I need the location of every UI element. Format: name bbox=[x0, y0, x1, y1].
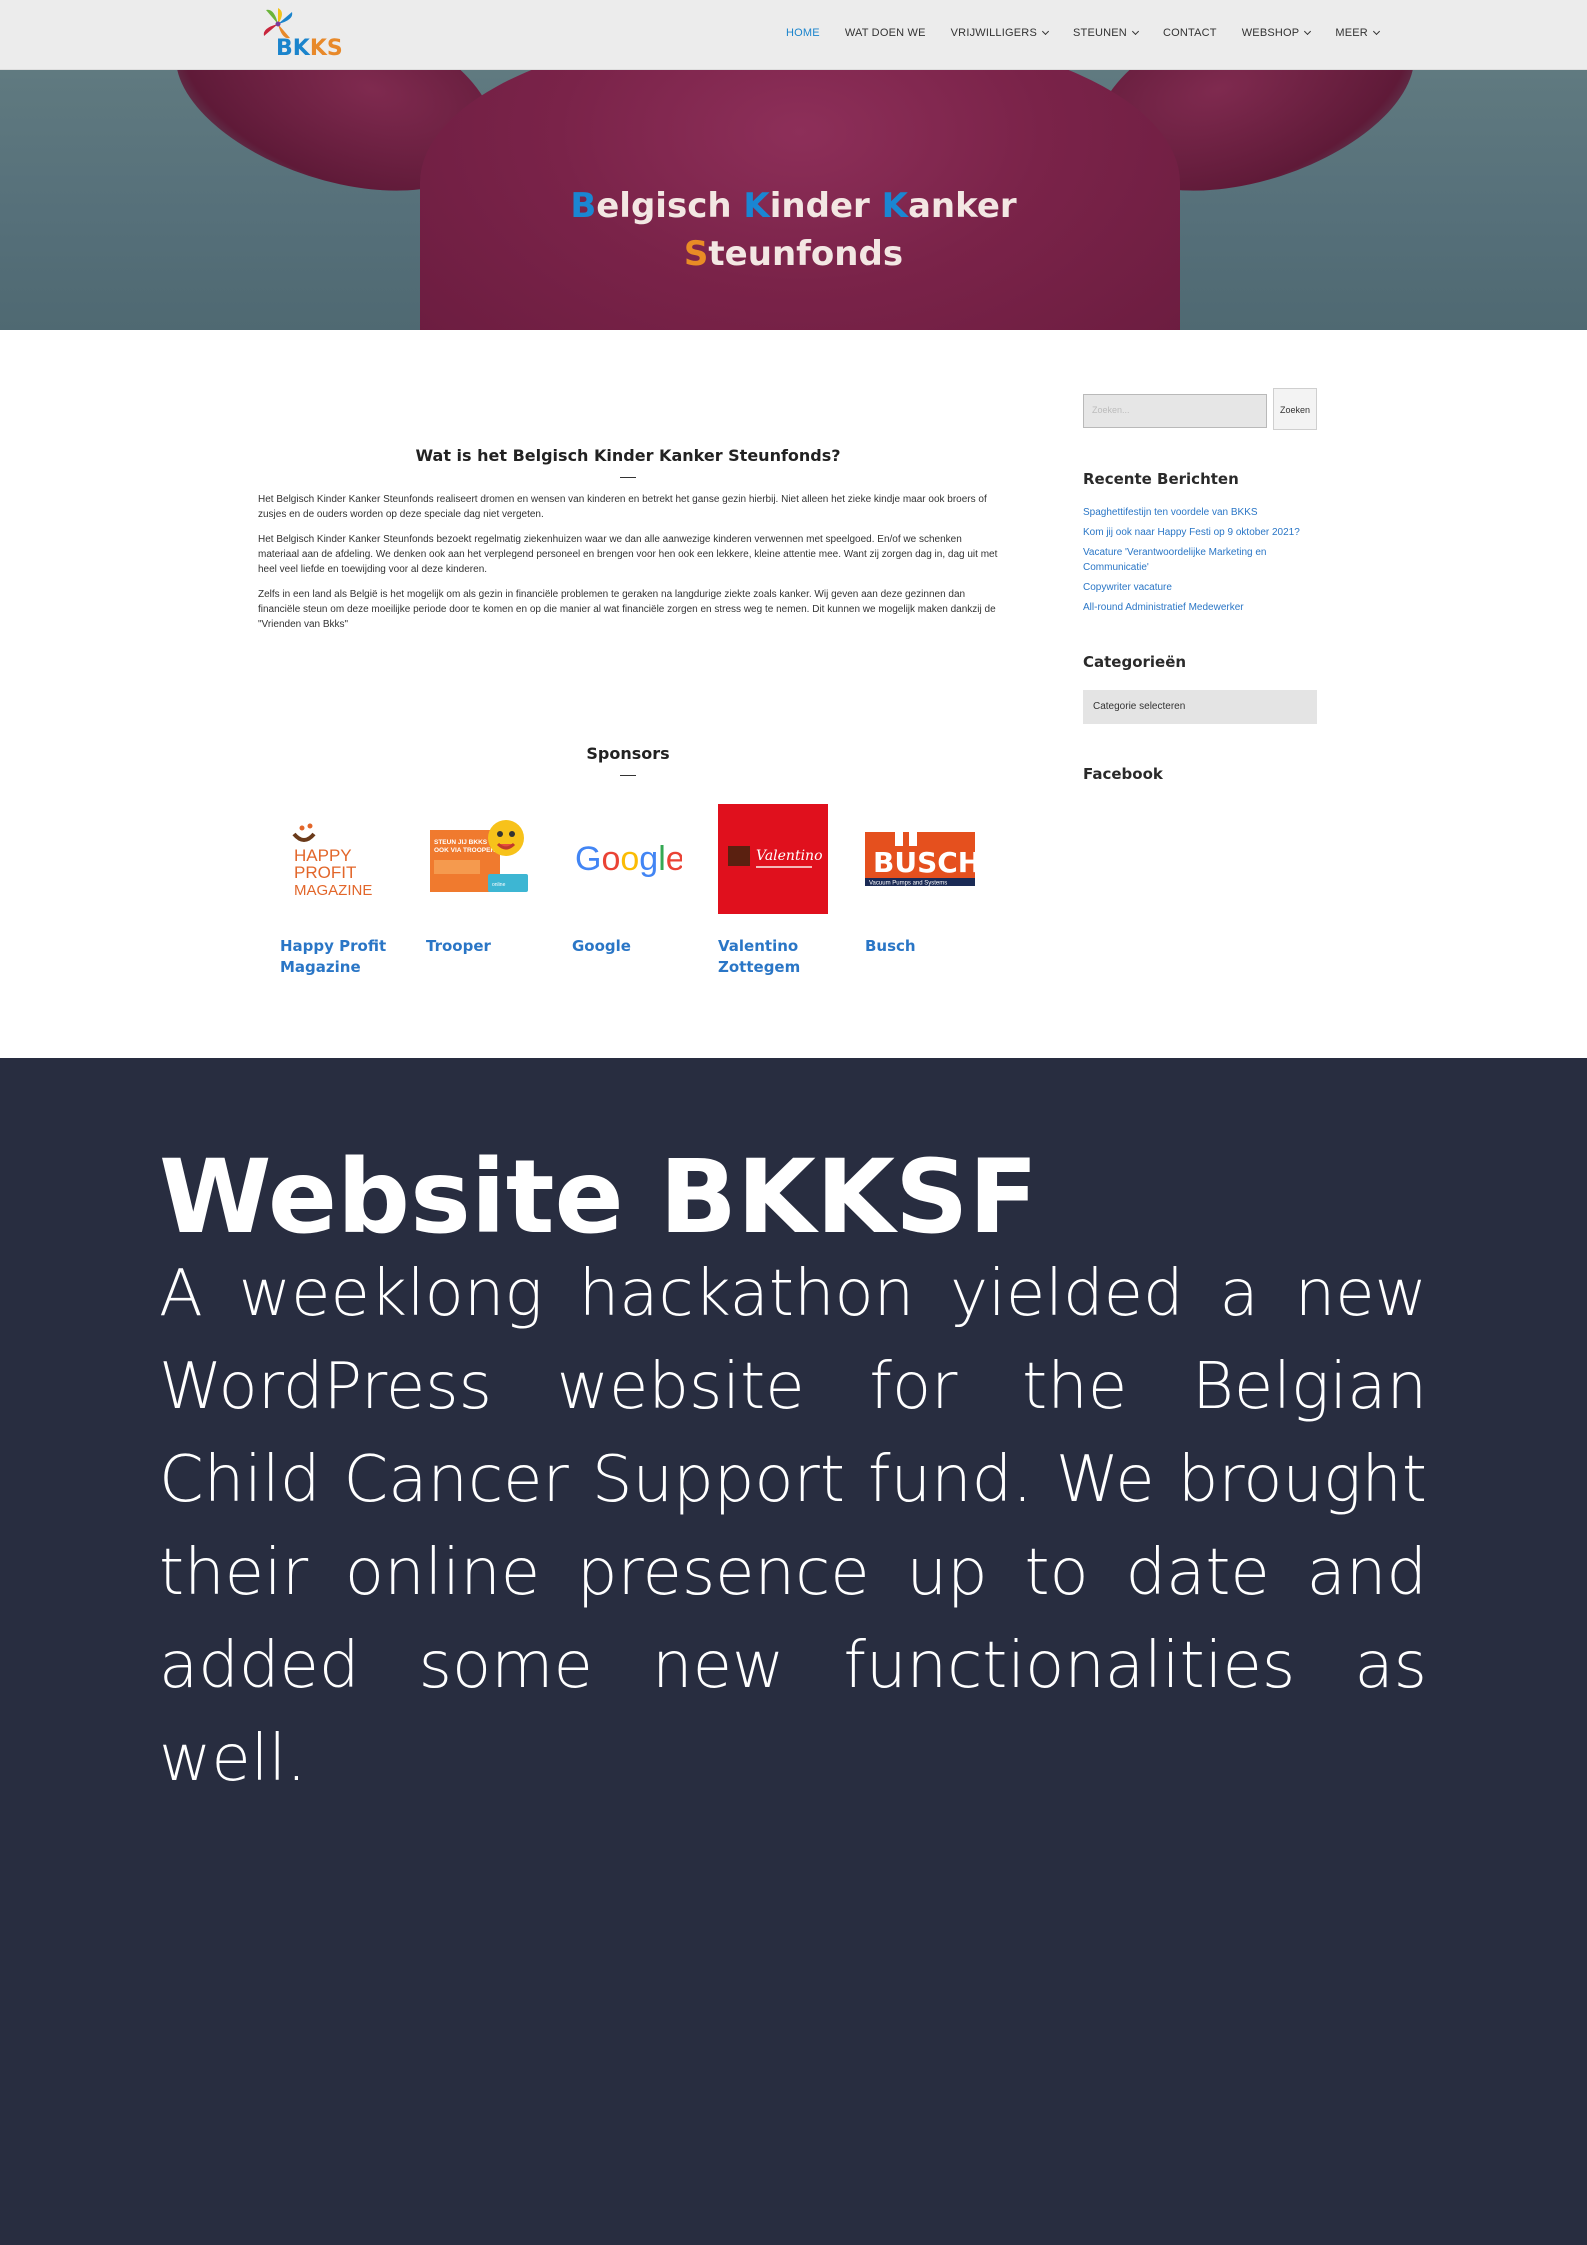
logo-wordmark: BKKS bbox=[276, 36, 343, 61]
svg-text:MAGAZINE: MAGAZINE bbox=[294, 882, 372, 899]
happy-profit-logo-icon: HAPPY PROFIT MAGAZINE bbox=[292, 823, 372, 899]
hero-title-line-1: Belgisch Kinder Kanker bbox=[570, 186, 1017, 226]
menu-item-home[interactable]: HOME bbox=[786, 27, 820, 39]
svg-text:OOK VIA TROOPER?: OOK VIA TROOPER? bbox=[434, 847, 499, 854]
chevron-down-icon bbox=[1041, 27, 1050, 36]
sponsor-logo-google[interactable]: Google bbox=[572, 804, 685, 914]
recent-posts-title: Recente Berichten bbox=[1083, 470, 1239, 488]
svg-text:Vacuum Pumps and Systems: Vacuum Pumps and Systems bbox=[869, 881, 947, 887]
menu-item-contact[interactable]: CONTACT bbox=[1163, 27, 1217, 39]
sponsor-card[interactable]: Google Google bbox=[572, 804, 692, 957]
busch-logo-icon: BUSCH Vacuum Pumps and Systems bbox=[865, 832, 981, 887]
recent-posts-list: Spaghettifestijn ten voordele van BKKS K… bbox=[1083, 505, 1318, 620]
sponsors-section: Sponsors HAPPY PROFIT MAGAZINE Happy Pro… bbox=[258, 744, 998, 976]
bkks-logo[interactable]: BKKS bbox=[260, 6, 343, 64]
sponsor-logo-trooper[interactable]: STEUN JIJ BKKS OOK VIA TROOPER? online bbox=[426, 804, 536, 914]
sponsor-logo-valentino[interactable]: Valentino bbox=[718, 804, 828, 914]
about-paragraph: Het Belgisch Kinder Kanker Steunfonds re… bbox=[258, 494, 987, 520]
svg-text:PROFIT: PROFIT bbox=[294, 863, 356, 882]
top-navigation-bar: BKKS HOME WAT DOEN WE VRIJWILLIGERS STEU… bbox=[0, 0, 1587, 70]
categories-title: Categorieën bbox=[1083, 653, 1187, 671]
svg-text:online: online bbox=[492, 882, 506, 888]
about-section: Wat is het Belgisch Kinder Kanker Steunf… bbox=[258, 446, 998, 632]
chevron-down-icon bbox=[1304, 27, 1312, 36]
facebook-title: Facebook bbox=[1083, 765, 1163, 783]
sponsor-card[interactable]: BUSCH Vacuum Pumps and Systems Busch bbox=[865, 804, 985, 957]
project-description: A weeklong hackathon yielded a new WordP… bbox=[159, 1257, 1427, 1796]
menu-item-steunen[interactable]: STEUNEN bbox=[1073, 27, 1139, 39]
project-description-panel: Website BKKSF A weeklong hackathon yield… bbox=[0, 1058, 1587, 2245]
valentino-logo-text: Valentino bbox=[756, 848, 823, 864]
sponsor-logo-busch[interactable]: BUSCH Vacuum Pumps and Systems bbox=[865, 804, 981, 914]
hero-title: Belgisch Kinder Kanker Steunfonds bbox=[0, 182, 1587, 278]
main-menu: HOME WAT DOEN WE VRIJWILLIGERS STEUNEN C… bbox=[786, 27, 1404, 39]
chevron-down-icon bbox=[1131, 27, 1139, 36]
trooper-logo-icon: STEUN JIJ BKKS OOK VIA TROOPER? online bbox=[430, 820, 528, 892]
google-logo-icon: Google bbox=[575, 840, 685, 878]
menu-item-meer[interactable]: MEER bbox=[1335, 27, 1380, 39]
recent-post-link[interactable]: Spaghettifestijn ten voordele van BKKS bbox=[1083, 505, 1318, 520]
menu-item-wat-doen-we[interactable]: WAT DOEN WE bbox=[845, 27, 926, 39]
hero-title-line-2: Steunfonds bbox=[683, 234, 904, 274]
sponsor-card[interactable]: HAPPY PROFIT MAGAZINE Happy Profit Magaz… bbox=[280, 804, 400, 978]
recent-post-link[interactable]: All-round Administratief Medewerker bbox=[1083, 600, 1318, 615]
title-divider bbox=[620, 477, 636, 478]
recent-post-link[interactable]: Copywriter vacature bbox=[1083, 580, 1318, 595]
search-input[interactable]: Zoeken... bbox=[1083, 394, 1267, 428]
valentino-logo-icon: Valentino bbox=[718, 804, 828, 914]
title-divider bbox=[620, 775, 636, 776]
about-title: Wat is het Belgisch Kinder Kanker Steunf… bbox=[415, 446, 841, 465]
about-paragraph: Zelfs in een land als België is het moge… bbox=[258, 589, 996, 630]
menu-item-vrijwilligers[interactable]: VRIJWILLIGERS bbox=[951, 27, 1050, 39]
sponsor-name[interactable]: Happy Profit Magazine bbox=[280, 936, 400, 978]
sponsor-name[interactable]: Trooper bbox=[426, 936, 546, 957]
sponsor-logo-happy-profit[interactable]: HAPPY PROFIT MAGAZINE bbox=[280, 804, 390, 914]
recent-post-link[interactable]: Kom jij ook naar Happy Festi op 9 oktobe… bbox=[1083, 525, 1318, 540]
sponsor-card[interactable]: Valentino Valentino Zottegem bbox=[718, 804, 838, 978]
sponsor-name[interactable]: Google bbox=[572, 936, 692, 957]
chevron-down-icon bbox=[1372, 27, 1380, 36]
about-paragraph: Het Belgisch Kinder Kanker Steunfonds be… bbox=[258, 534, 998, 575]
sponsors-title: Sponsors bbox=[586, 744, 670, 763]
svg-text:STEUN JIJ BKKS: STEUN JIJ BKKS bbox=[434, 839, 488, 846]
recent-post-link[interactable]: Vacature 'Verantwoordelijke Marketing en… bbox=[1083, 545, 1318, 575]
menu-item-webshop[interactable]: WEBSHOP bbox=[1242, 27, 1312, 39]
sponsor-name[interactable]: Busch bbox=[865, 936, 985, 957]
category-select[interactable]: Categorie selecteren bbox=[1083, 690, 1317, 724]
project-title: Website BKKSF bbox=[159, 1138, 1039, 1257]
google-logo-text: Google bbox=[575, 840, 682, 878]
sponsor-card[interactable]: STEUN JIJ BKKS OOK VIA TROOPER? online T… bbox=[426, 804, 546, 957]
sponsor-name[interactable]: Valentino Zottegem bbox=[718, 936, 838, 978]
search-button[interactable]: Zoeken bbox=[1273, 388, 1317, 430]
busch-logo-text: BUSCH bbox=[873, 846, 975, 879]
hero-banner: Belgisch Kinder Kanker Steunfonds bbox=[0, 70, 1587, 330]
